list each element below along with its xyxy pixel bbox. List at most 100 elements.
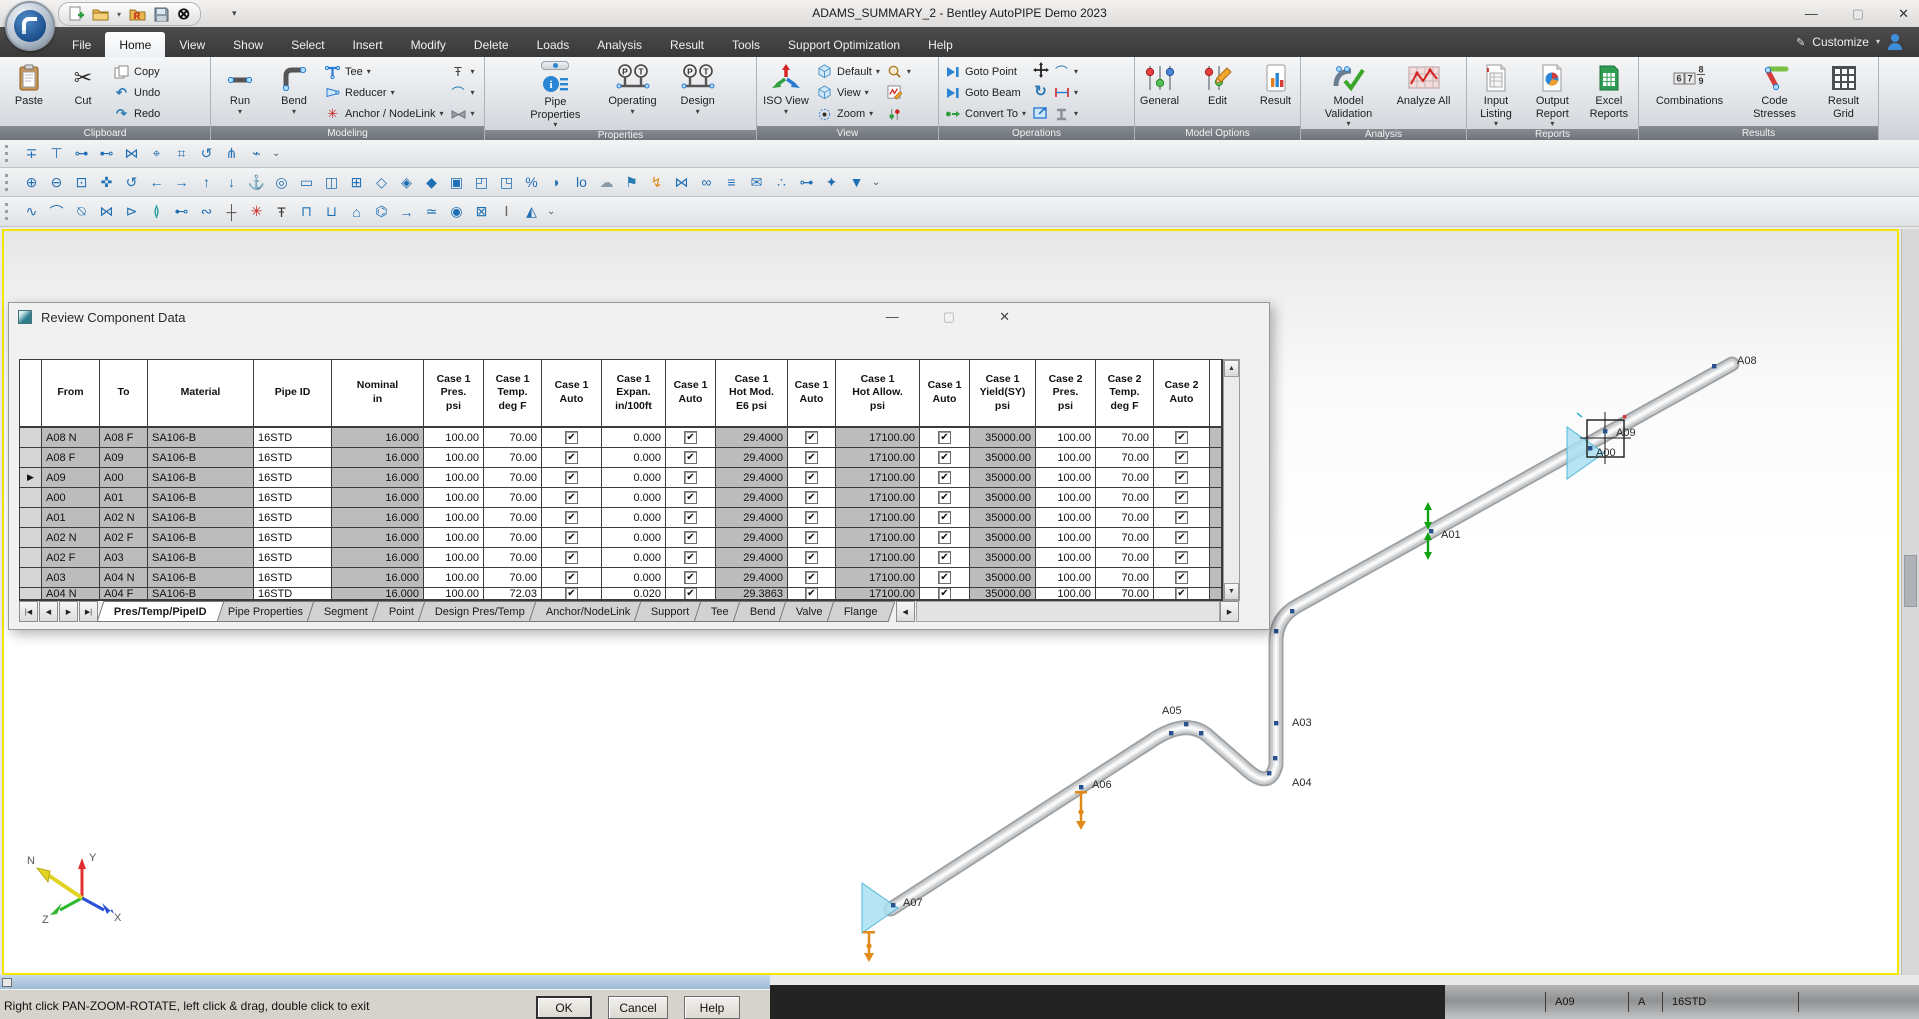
ribbon-tab[interactable]: View — [165, 32, 219, 57]
cell-from[interactable]: A02 F — [42, 548, 100, 568]
help-button[interactable]: Help — [684, 996, 740, 1019]
user-account-icon[interactable] — [1887, 34, 1903, 50]
checkbox-case2-auto[interactable]: ✔ — [1175, 551, 1188, 564]
checkbox-case1-auto-2[interactable]: ✔ — [684, 451, 697, 464]
cell-case1-expan[interactable]: 0.000 — [602, 488, 666, 508]
paste-button[interactable]: Paste — [3, 60, 55, 126]
cell-from[interactable]: A01 — [42, 508, 100, 528]
cell-case1-auto-3[interactable]: ✔ — [788, 528, 836, 548]
cell-nominal[interactable]: 16.000 — [332, 428, 424, 448]
move-icon[interactable] — [1032, 62, 1049, 78]
cell-more[interactable] — [1210, 448, 1222, 468]
cell-from[interactable]: A08 F — [42, 448, 100, 468]
cell-case1-temp[interactable]: 70.00 — [484, 468, 542, 488]
cell-case1-auto-4[interactable]: ✔ — [920, 488, 970, 508]
minimize-button[interactable]: — — [1805, 6, 1818, 21]
cell-material[interactable]: SA106-B — [148, 448, 254, 468]
grid-tab[interactable]: Flange — [827, 601, 895, 622]
cell-case1-auto-3[interactable]: ✔ — [788, 448, 836, 468]
column-header-case1-temp[interactable]: Case 1Temp.deg F — [484, 360, 542, 428]
settings-view-tool[interactable]: ✦ — [819, 171, 844, 193]
cell-nominal[interactable]: 16.000 — [332, 528, 424, 548]
cell-case1-expan[interactable]: 0.020 — [602, 588, 666, 600]
cell-case1-pres[interactable]: 100.00 — [424, 468, 484, 488]
default-view-button[interactable]: Default ▾ — [816, 62, 880, 81]
cell-case2-pres[interactable]: 100.00 — [1036, 448, 1096, 468]
rotate-model-tool[interactable]: ↺ — [194, 143, 219, 165]
cell-case2-temp[interactable]: 70.00 — [1096, 588, 1154, 600]
cell-case1-hot-mod[interactable]: 29.4000 — [716, 528, 788, 548]
flange-component-tool[interactable]: Ŧ — [269, 201, 294, 223]
point-component-tool[interactable]: ◉ — [444, 201, 469, 223]
toolbar-overflow-button[interactable]: ⌄ — [272, 148, 280, 159]
cylinder-view-tool[interactable]: ◎ — [269, 171, 294, 193]
ring-component-tool[interactable]: ⌬ — [369, 201, 394, 223]
cell-case1-auto-1[interactable]: ✔ — [542, 568, 602, 588]
cell-nominal[interactable]: 16.000 — [332, 588, 424, 600]
column-header-case1-hot-mod[interactable]: Case 1Hot Mod.E6 psi — [716, 360, 788, 428]
window-export-icon[interactable] — [1032, 105, 1049, 121]
cell-case1-auto-2[interactable]: ✔ — [666, 528, 716, 548]
reducer-component-tool[interactable]: ⍉ — [69, 201, 94, 223]
cell-to[interactable]: A09 — [100, 448, 148, 468]
connect-view-tool[interactable]: ⊶ — [794, 171, 819, 193]
cell-more[interactable] — [1210, 488, 1222, 508]
grid-row[interactable]: A01A02 NSA106-B16STD16.000100.0070.00✔0.… — [20, 508, 1222, 528]
cancel-button[interactable]: Cancel — [608, 996, 668, 1019]
cell-pipe-id[interactable]: 16STD — [254, 468, 332, 488]
zoom-dropdown-button[interactable]: Zoom ▾ — [816, 105, 880, 124]
cell-to[interactable]: A01 — [100, 488, 148, 508]
plumb-view-tool[interactable]: ⚓ — [244, 171, 269, 193]
cell-case1-auto-2[interactable]: ✔ — [666, 588, 716, 600]
cell-case1-auto-2[interactable]: ✔ — [666, 568, 716, 588]
ribbon-tab[interactable]: Analysis — [583, 32, 656, 57]
iso-view-button[interactable]: ISO View ▾ — [760, 60, 812, 126]
cell-case1-pres[interactable]: 100.00 — [424, 508, 484, 528]
checkbox-case1-auto-4[interactable]: ✔ — [938, 588, 951, 600]
ribbon-tab[interactable]: Loads — [523, 32, 584, 57]
ribbon-tab[interactable]: Help — [914, 32, 967, 57]
node-label-a03[interactable]: A03 — [1292, 717, 1312, 729]
ribbon-tab[interactable]: Home — [105, 32, 165, 57]
box-view-tool[interactable]: ▣ — [444, 171, 469, 193]
valve-component-tool[interactable]: ⋈ — [94, 201, 119, 223]
cell-case1-temp[interactable]: 70.00 — [484, 528, 542, 548]
cell-case1-hot-mod[interactable]: 29.4000 — [716, 488, 788, 508]
cell-case1-auto-2[interactable]: ✔ — [666, 448, 716, 468]
checkbox-case1-auto-3[interactable]: ✔ — [805, 491, 818, 504]
cell-case1-hot-mod[interactable]: 29.4000 — [716, 548, 788, 568]
checkbox-case1-auto-2[interactable]: ✔ — [684, 571, 697, 584]
new-file-button[interactable] — [69, 5, 84, 23]
hanger-support-a07[interactable] — [863, 931, 875, 962]
direction-tool[interactable]: → — [394, 201, 419, 223]
column-header-case1-yield[interactable]: Case 1Yield(SY)psi — [970, 360, 1036, 428]
checkbox-case2-auto[interactable]: ✔ — [1175, 491, 1188, 504]
checkbox-case1-auto-1[interactable]: ✔ — [565, 531, 578, 544]
cell-case1-hot-allow[interactable]: 17100.00 — [836, 428, 920, 448]
cell-case2-pres[interactable]: 100.00 — [1036, 508, 1096, 528]
triad-view-tool[interactable]: ∴ — [769, 171, 794, 193]
pipe-properties-button[interactable]: i Pipe Properties ▾ — [517, 60, 593, 130]
cell-case2-temp[interactable]: 70.00 — [1096, 428, 1154, 448]
scale-tool[interactable]: ⋔ — [219, 143, 244, 165]
save-button[interactable] — [154, 5, 169, 23]
cell-case1-expan[interactable]: 0.000 — [602, 548, 666, 568]
cell-case1-yield[interactable]: 35000.00 — [970, 568, 1036, 588]
cell-from[interactable]: A00 — [42, 488, 100, 508]
cell-case1-auto-2[interactable]: ✔ — [666, 548, 716, 568]
tab-nav-button[interactable]: |◀ — [19, 601, 38, 622]
cell-to[interactable]: A04 N — [100, 568, 148, 588]
cell-case1-hot-mod[interactable]: 29.4000 — [716, 508, 788, 528]
node-label-a05[interactable]: A05 — [1162, 705, 1182, 717]
scroll-up-button[interactable]: ▲ — [1224, 360, 1239, 377]
cell-material[interactable]: SA106-B — [148, 588, 254, 600]
checkbox-case1-auto-1[interactable]: ✔ — [565, 491, 578, 504]
cell-to[interactable]: A08 F — [100, 428, 148, 448]
checkbox-case1-auto-3[interactable]: ✔ — [805, 511, 818, 524]
cell-pipe-id[interactable]: 16STD — [254, 588, 332, 600]
view-settings-button[interactable] — [886, 105, 911, 124]
align-tool[interactable]: ⌗ — [169, 143, 194, 165]
cell-case1-auto-3[interactable]: ✔ — [788, 488, 836, 508]
checkbox-case1-auto-2[interactable]: ✔ — [684, 531, 697, 544]
beam-dropdown-button[interactable]: ▾ — [1053, 105, 1078, 124]
